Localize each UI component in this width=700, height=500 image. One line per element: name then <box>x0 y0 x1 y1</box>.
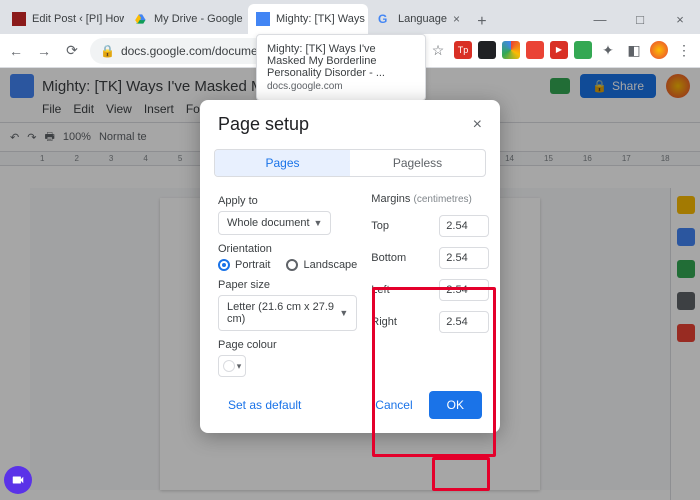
favicon-icon <box>12 12 26 26</box>
extensions-button[interactable]: ✦ <box>598 41 618 61</box>
ext-icon[interactable] <box>574 41 592 59</box>
tab-label: My Drive - Google <box>154 13 243 25</box>
radio-portrait[interactable]: Portrait <box>218 259 270 271</box>
drive-icon <box>134 12 148 26</box>
margin-top-label: Top <box>371 220 389 232</box>
paper-size-select[interactable]: Letter (21.6 cm x 27.9 cm) ▼ <box>218 295 357 331</box>
menu-icon[interactable]: ⋮ <box>674 41 694 61</box>
forward-button[interactable]: → <box>34 41 54 61</box>
dialog-title: Page setup <box>218 114 309 135</box>
tab-2[interactable]: Mighty: [TK] Ways × <box>248 4 368 34</box>
margin-left-input[interactable] <box>439 279 489 301</box>
ext-icon[interactable] <box>526 41 544 59</box>
apply-to-label: Apply to <box>218 195 357 207</box>
ext-icon[interactable]: ▶ <box>550 41 568 59</box>
radio-landscape[interactable]: Landscape <box>286 259 357 271</box>
tab-label: Language <box>398 13 447 25</box>
reload-button[interactable]: ⟳ <box>62 41 82 61</box>
margin-right-input[interactable] <box>439 311 489 333</box>
puzzle-icon[interactable]: ◧ <box>624 41 644 61</box>
profile-avatar[interactable] <box>650 41 668 59</box>
docs-icon <box>256 12 270 26</box>
close-icon[interactable]: × <box>473 116 482 134</box>
tab-tooltip: Mighty: [TK] Ways I've Masked My Borderl… <box>256 34 426 101</box>
close-window-button[interactable]: × <box>660 4 700 34</box>
tab-0[interactable]: Edit Post ‹ [PI] How × <box>4 4 124 34</box>
page-colour-label: Page colour <box>218 339 357 351</box>
ext-icon[interactable] <box>502 41 520 59</box>
ext-tp-icon[interactable]: Tp <box>454 41 472 59</box>
margin-bottom-label: Bottom <box>371 252 406 264</box>
margin-bottom-input[interactable] <box>439 247 489 269</box>
orientation-label: Orientation <box>218 243 357 255</box>
close-icon[interactable]: × <box>453 12 460 26</box>
margin-top-input[interactable] <box>439 215 489 237</box>
record-badge-icon[interactable] <box>4 466 32 494</box>
lock-icon: 🔒 <box>100 44 115 58</box>
colour-swatch-icon <box>223 360 235 372</box>
tab-3[interactable]: G Language × <box>370 4 468 34</box>
tab-pages[interactable]: Pages <box>215 150 350 176</box>
extension-icons: ⇪ ☆ Tp ▶ ✦ ◧ ⋮ <box>402 41 694 61</box>
browser-tabstrip: Edit Post ‹ [PI] How × My Drive - Google… <box>0 0 700 34</box>
google-icon: G <box>378 12 392 26</box>
set-as-default-button[interactable]: Set as default <box>218 392 311 418</box>
page-colour-select[interactable]: ▾ <box>218 355 246 377</box>
tab-pageless[interactable]: Pageless <box>350 150 485 176</box>
margins-unit: (centimetres) <box>413 194 471 205</box>
ok-button[interactable]: OK <box>429 391 482 419</box>
chevron-down-icon: ▼ <box>339 308 348 318</box>
tab-1[interactable]: My Drive - Google × <box>126 4 246 34</box>
back-button[interactable]: ← <box>6 41 26 61</box>
chevron-down-icon: ▼ <box>314 218 323 228</box>
apply-to-select[interactable]: Whole document ▼ <box>218 211 331 235</box>
new-tab-button[interactable]: + <box>470 10 494 34</box>
paper-size-label: Paper size <box>218 279 357 291</box>
tooltip-url: docs.google.com <box>267 81 415 92</box>
star-icon[interactable]: ☆ <box>428 41 448 61</box>
chevron-down-icon: ▾ <box>237 361 242 372</box>
radio-icon <box>218 259 230 271</box>
margins-section: Margins (centimetres) Top Bottom Left Ri… <box>371 193 489 333</box>
maximize-button[interactable]: □ <box>620 4 660 34</box>
page-setup-dialog: Page setup × Pages Pageless Apply to Who… <box>200 100 500 433</box>
radio-icon <box>286 259 298 271</box>
tooltip-title: Mighty: [TK] Ways I've Masked My Borderl… <box>267 43 415 79</box>
margin-left-label: Left <box>371 284 389 296</box>
tab-label: Edit Post ‹ [PI] How <box>32 13 124 25</box>
tab-label: Mighty: [TK] Ways <box>276 13 365 25</box>
margin-right-label: Right <box>371 316 397 328</box>
dialog-tabs: Pages Pageless <box>214 149 486 177</box>
margins-label: Margins <box>371 193 410 205</box>
minimize-button[interactable]: — <box>580 4 620 34</box>
ext-icon[interactable] <box>478 41 496 59</box>
cancel-button[interactable]: Cancel <box>365 392 422 418</box>
